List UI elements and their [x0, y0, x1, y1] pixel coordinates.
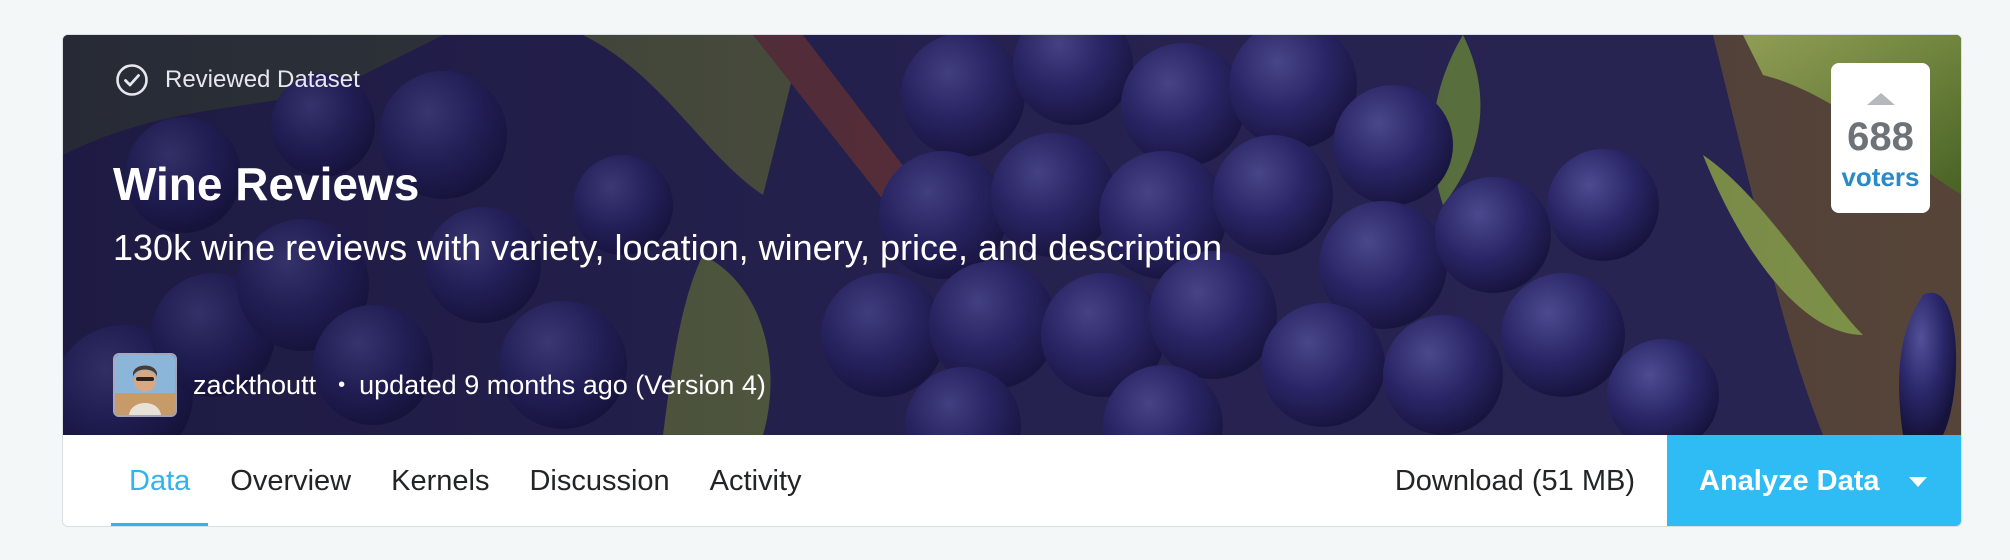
chevron-down-icon[interactable]	[1909, 476, 1927, 487]
tab-discussion[interactable]: Discussion	[509, 435, 689, 526]
voters-link[interactable]: voters	[1841, 162, 1919, 193]
tab-overview[interactable]: Overview	[210, 435, 371, 526]
dataset-header-card: Reviewed Dataset Wine Reviews 130k wine …	[62, 34, 1962, 527]
vote-count: 688	[1847, 115, 1914, 159]
upvote-arrow-icon[interactable]	[1866, 93, 1895, 105]
updated-text: updated 9 months ago (Version 4)	[359, 369, 766, 400]
check-circle-icon	[116, 64, 148, 96]
owner-name-link[interactable]: zackthoutt	[193, 370, 316, 401]
dataset-title: Wine Reviews	[113, 158, 420, 210]
download-button[interactable]: Download (51 MB)	[1363, 435, 1667, 526]
meta-separator: •	[338, 373, 346, 396]
dataset-owner-row: zackthoutt • updated 9 months ago (Versi…	[113, 353, 766, 417]
owner-avatar[interactable]	[113, 353, 177, 417]
analyze-data-label: Analyze Data	[1699, 465, 1880, 497]
tab-data[interactable]: Data	[109, 435, 210, 526]
dataset-subtitle: 130k wine reviews with variety, location…	[113, 227, 1223, 268]
dataset-tab-bar: Data Overview Kernels Discussion Activit…	[63, 435, 1961, 526]
reviewed-dataset-badge: Reviewed Dataset	[115, 63, 360, 97]
vote-box[interactable]: 688 voters	[1831, 63, 1930, 213]
reviewed-dataset-label: Reviewed Dataset	[165, 66, 360, 93]
tab-activity[interactable]: Activity	[690, 435, 822, 526]
dataset-hero-banner: Reviewed Dataset Wine Reviews 130k wine …	[63, 35, 1961, 435]
tab-kernels[interactable]: Kernels	[371, 435, 509, 526]
analyze-data-button[interactable]: Analyze Data	[1667, 435, 1961, 526]
tab-list: Data Overview Kernels Discussion Activit…	[63, 435, 822, 526]
